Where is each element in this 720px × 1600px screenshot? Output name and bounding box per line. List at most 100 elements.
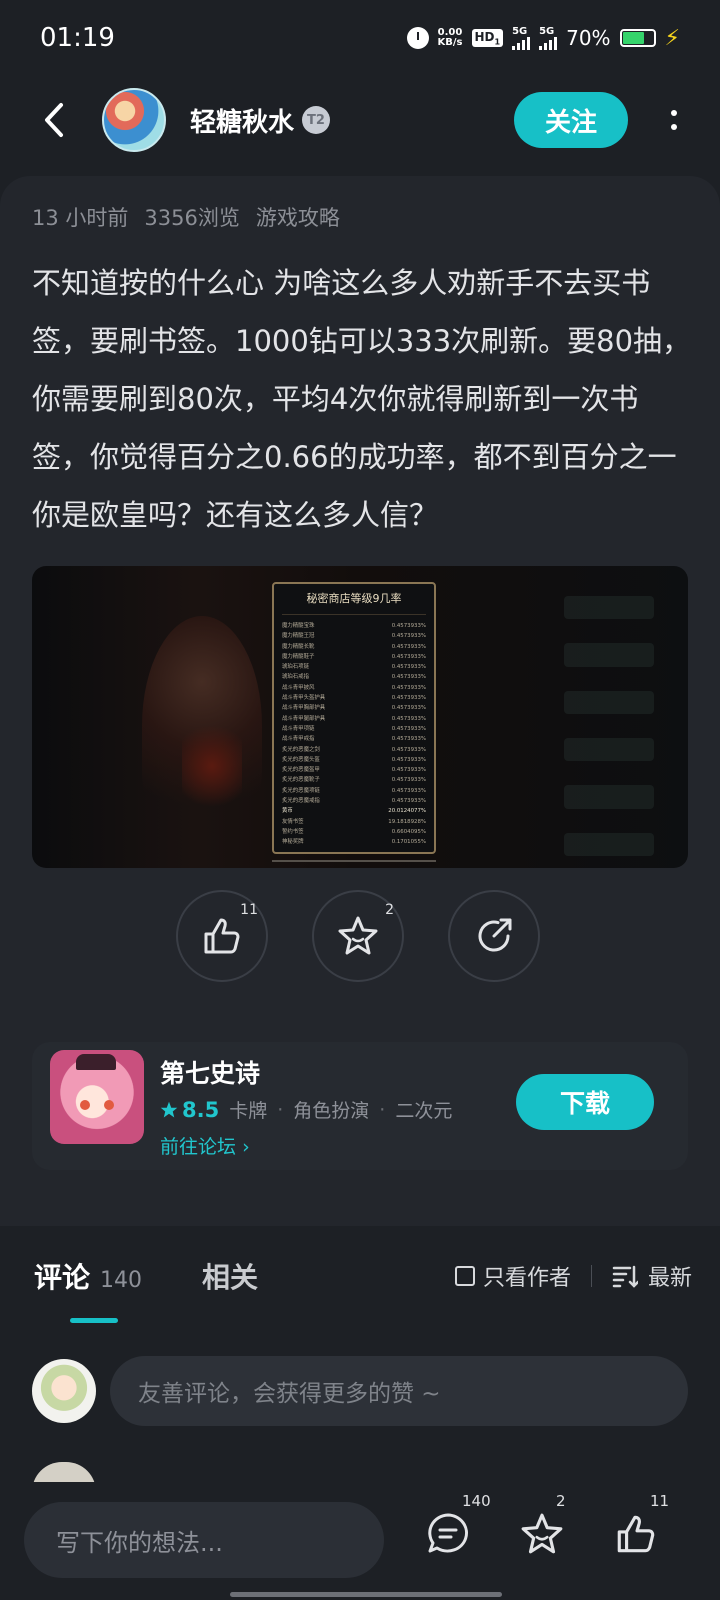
probability-row: 炙光的恶魔头盔 0.4573933% (282, 755, 426, 765)
sort-icon[interactable] (612, 1264, 638, 1288)
post-time: 13 小时前 (32, 206, 129, 230)
game-tag: 二次元 (395, 1100, 453, 1122)
chevron-right-icon: › (242, 1136, 250, 1158)
item-rate: 0.4573933% (391, 653, 426, 660)
active-tab-indicator (70, 1318, 118, 1323)
game-tag: 角色扮演 (293, 1100, 370, 1122)
user-avatar[interactable] (32, 1359, 96, 1423)
probability-row: 炙光的恶魔项链 0.4573933% (282, 786, 426, 796)
item-rate: 0.4573933% (391, 623, 426, 629)
like-bar-button[interactable]: 11 (606, 1492, 669, 1564)
game-title[interactable]: 第七史诗 (160, 1054, 260, 1090)
share-button[interactable] (448, 890, 540, 982)
probability-row: 魔力精髓王冠 0.4573933% (282, 631, 426, 641)
item-rate: 19.1818928% (388, 818, 426, 825)
like-bar-count: 11 (650, 1492, 670, 1510)
comment-tabs: 评论 140 相关 (34, 1256, 258, 1296)
star-face-icon (338, 916, 378, 955)
item-rate: 0.4573933% (391, 715, 426, 722)
item-rate: 0.4573933% (391, 767, 426, 774)
post-meta: 13 小时前 3356浏览 游戏攻略 (32, 202, 340, 232)
item-name: 战斗青甲披风 (282, 684, 315, 691)
popup-title: 秘密商店等级9几率 (282, 590, 426, 615)
back-button[interactable] (36, 102, 72, 138)
probability-row: 战斗青甲胸部护具 0.4573933% (282, 703, 426, 713)
item-name: 战斗青甲项链 (282, 725, 315, 732)
game-card[interactable]: 第七史诗 8.5 卡牌 · 角色扮演 · 二次元 前往论坛 › 下载 (32, 1042, 688, 1170)
item-name: 战斗青甲头盔护具 (282, 695, 326, 702)
more-options-icon[interactable] (664, 110, 684, 130)
item-name: 魔力精髓王冠 (282, 633, 315, 640)
item-rate: 0.4573933% (391, 633, 426, 640)
item-rate: 0.4573933% (391, 684, 426, 691)
item-rate: 0.4573933% (391, 664, 426, 671)
only-author-checkbox[interactable] (454, 1266, 475, 1286)
comment-input[interactable]: 友善评论，会获得更多的赞 ~ (110, 1356, 688, 1426)
only-author-label[interactable]: 只看作者 (483, 1260, 571, 1292)
signal-icon-2: 5G (539, 26, 558, 50)
item-rate: 0.4573933% (391, 746, 426, 753)
probability-row: 友情书签 19.1818928% (282, 817, 426, 827)
level-badge: T2 (302, 106, 331, 134)
probability-row: 战斗青甲项链 0.4573933% (282, 724, 426, 734)
favorite-bar-button[interactable]: 2 (512, 1492, 572, 1564)
game-meta: 8.5 卡牌 · 角色扮演 · 二次元 (160, 1096, 452, 1123)
item-rate: 0.4573933% (391, 756, 426, 763)
post-actions: 11 2 (0, 890, 720, 990)
comment-composer: 友善评论，会获得更多的赞 ~ (32, 1356, 688, 1426)
battery-percent: 70% (566, 26, 611, 50)
probability-row: 炙光的恶魔戒指 0.4573933% (282, 796, 426, 806)
bottom-bar: 写下你的想法... 140 2 11 (0, 1482, 720, 1600)
forum-link[interactable]: 前往论坛 › (160, 1132, 250, 1159)
tab-related[interactable]: 相关 (202, 1256, 258, 1296)
item-name: 炙光的恶魔项链 (282, 787, 320, 794)
post-image[interactable]: 秘密商店等级9几率 魔力精髓宝珠 0.4573933% 魔力精髓王冠 0.457393… (32, 566, 688, 868)
home-indicator[interactable] (230, 1592, 502, 1597)
favorite-bar-count: 2 (556, 1492, 566, 1510)
item-name: 神秘奖牌 (282, 839, 304, 846)
author-avatar[interactable] (102, 88, 166, 152)
sort-label[interactable]: 最新 (648, 1260, 692, 1292)
probability-row: 战斗青甲头盔护具 0.4573933% (282, 693, 426, 703)
item-name: 琥珀石戒指 (282, 674, 309, 681)
shop-list-background (564, 596, 654, 856)
probability-row: 琥珀石戒指 0.4573933% (282, 672, 426, 682)
probability-row: 战斗青甲戒指 0.4573933% (282, 734, 426, 744)
item-name: 炙光的恶魔头盔 (282, 756, 320, 763)
status-bar: 01:19 0.00 KB/s HD1 5G 5G 70% ⚡ (0, 0, 720, 76)
download-button[interactable]: 下载 (516, 1074, 654, 1130)
follow-button[interactable]: 关注 (514, 92, 628, 148)
item-name: 战斗青甲戒指 (282, 736, 315, 743)
item-rate: 0.4573933% (391, 736, 426, 743)
item-rate: 0.1701055% (391, 839, 426, 846)
author-name[interactable]: 轻糖秋水 (190, 102, 294, 139)
post-category[interactable]: 游戏攻略 (256, 202, 340, 232)
item-rate: 0.4573933% (391, 705, 426, 712)
item-name: 魔力精髓鞋子 (282, 653, 315, 660)
like-count: 11 (240, 902, 258, 918)
item-name: 战斗青甲胸部护具 (282, 705, 326, 712)
probability-row: 魔力精髓鞋子 0.4573933% (282, 652, 426, 662)
favorite-button[interactable]: 2 (312, 890, 404, 982)
item-name: 战斗青甲腿部护具 (282, 715, 326, 722)
item-name: 誓约书签 (282, 828, 304, 835)
probability-row: 神秘奖牌 0.1701055% (282, 837, 426, 847)
game-icon[interactable] (50, 1050, 144, 1144)
probability-row: 炙光的恶魔盔甲 0.4573933% (282, 765, 426, 775)
comment-button[interactable]: 140 (418, 1492, 491, 1564)
star-icon (160, 1101, 178, 1117)
hd-icon: HD1 (471, 28, 504, 48)
game-tag: 卡牌 (229, 1100, 268, 1122)
battery-icon (619, 29, 656, 47)
item-rate: 0.6604095% (391, 828, 426, 835)
like-button[interactable]: 11 (176, 890, 268, 982)
probability-row: 琥珀石项链 0.4573933% (282, 662, 426, 672)
item-name: 炙光的恶魔盔甲 (282, 767, 320, 774)
probability-row: 魔力精髓宝珠 0.4573933% (282, 621, 426, 631)
write-thought-input[interactable]: 写下你的想法... (24, 1502, 384, 1578)
item-rate: 20.0124077% (388, 808, 426, 815)
probability-popup: 秘密商店等级9几率 魔力精髓宝珠 0.4573933% 魔力精髓王冠 0.457393… (272, 582, 436, 854)
item-name: 友情书签 (282, 818, 304, 825)
item-rate: 0.4573933% (391, 674, 426, 681)
tab-comments[interactable]: 评论 (34, 1256, 90, 1296)
